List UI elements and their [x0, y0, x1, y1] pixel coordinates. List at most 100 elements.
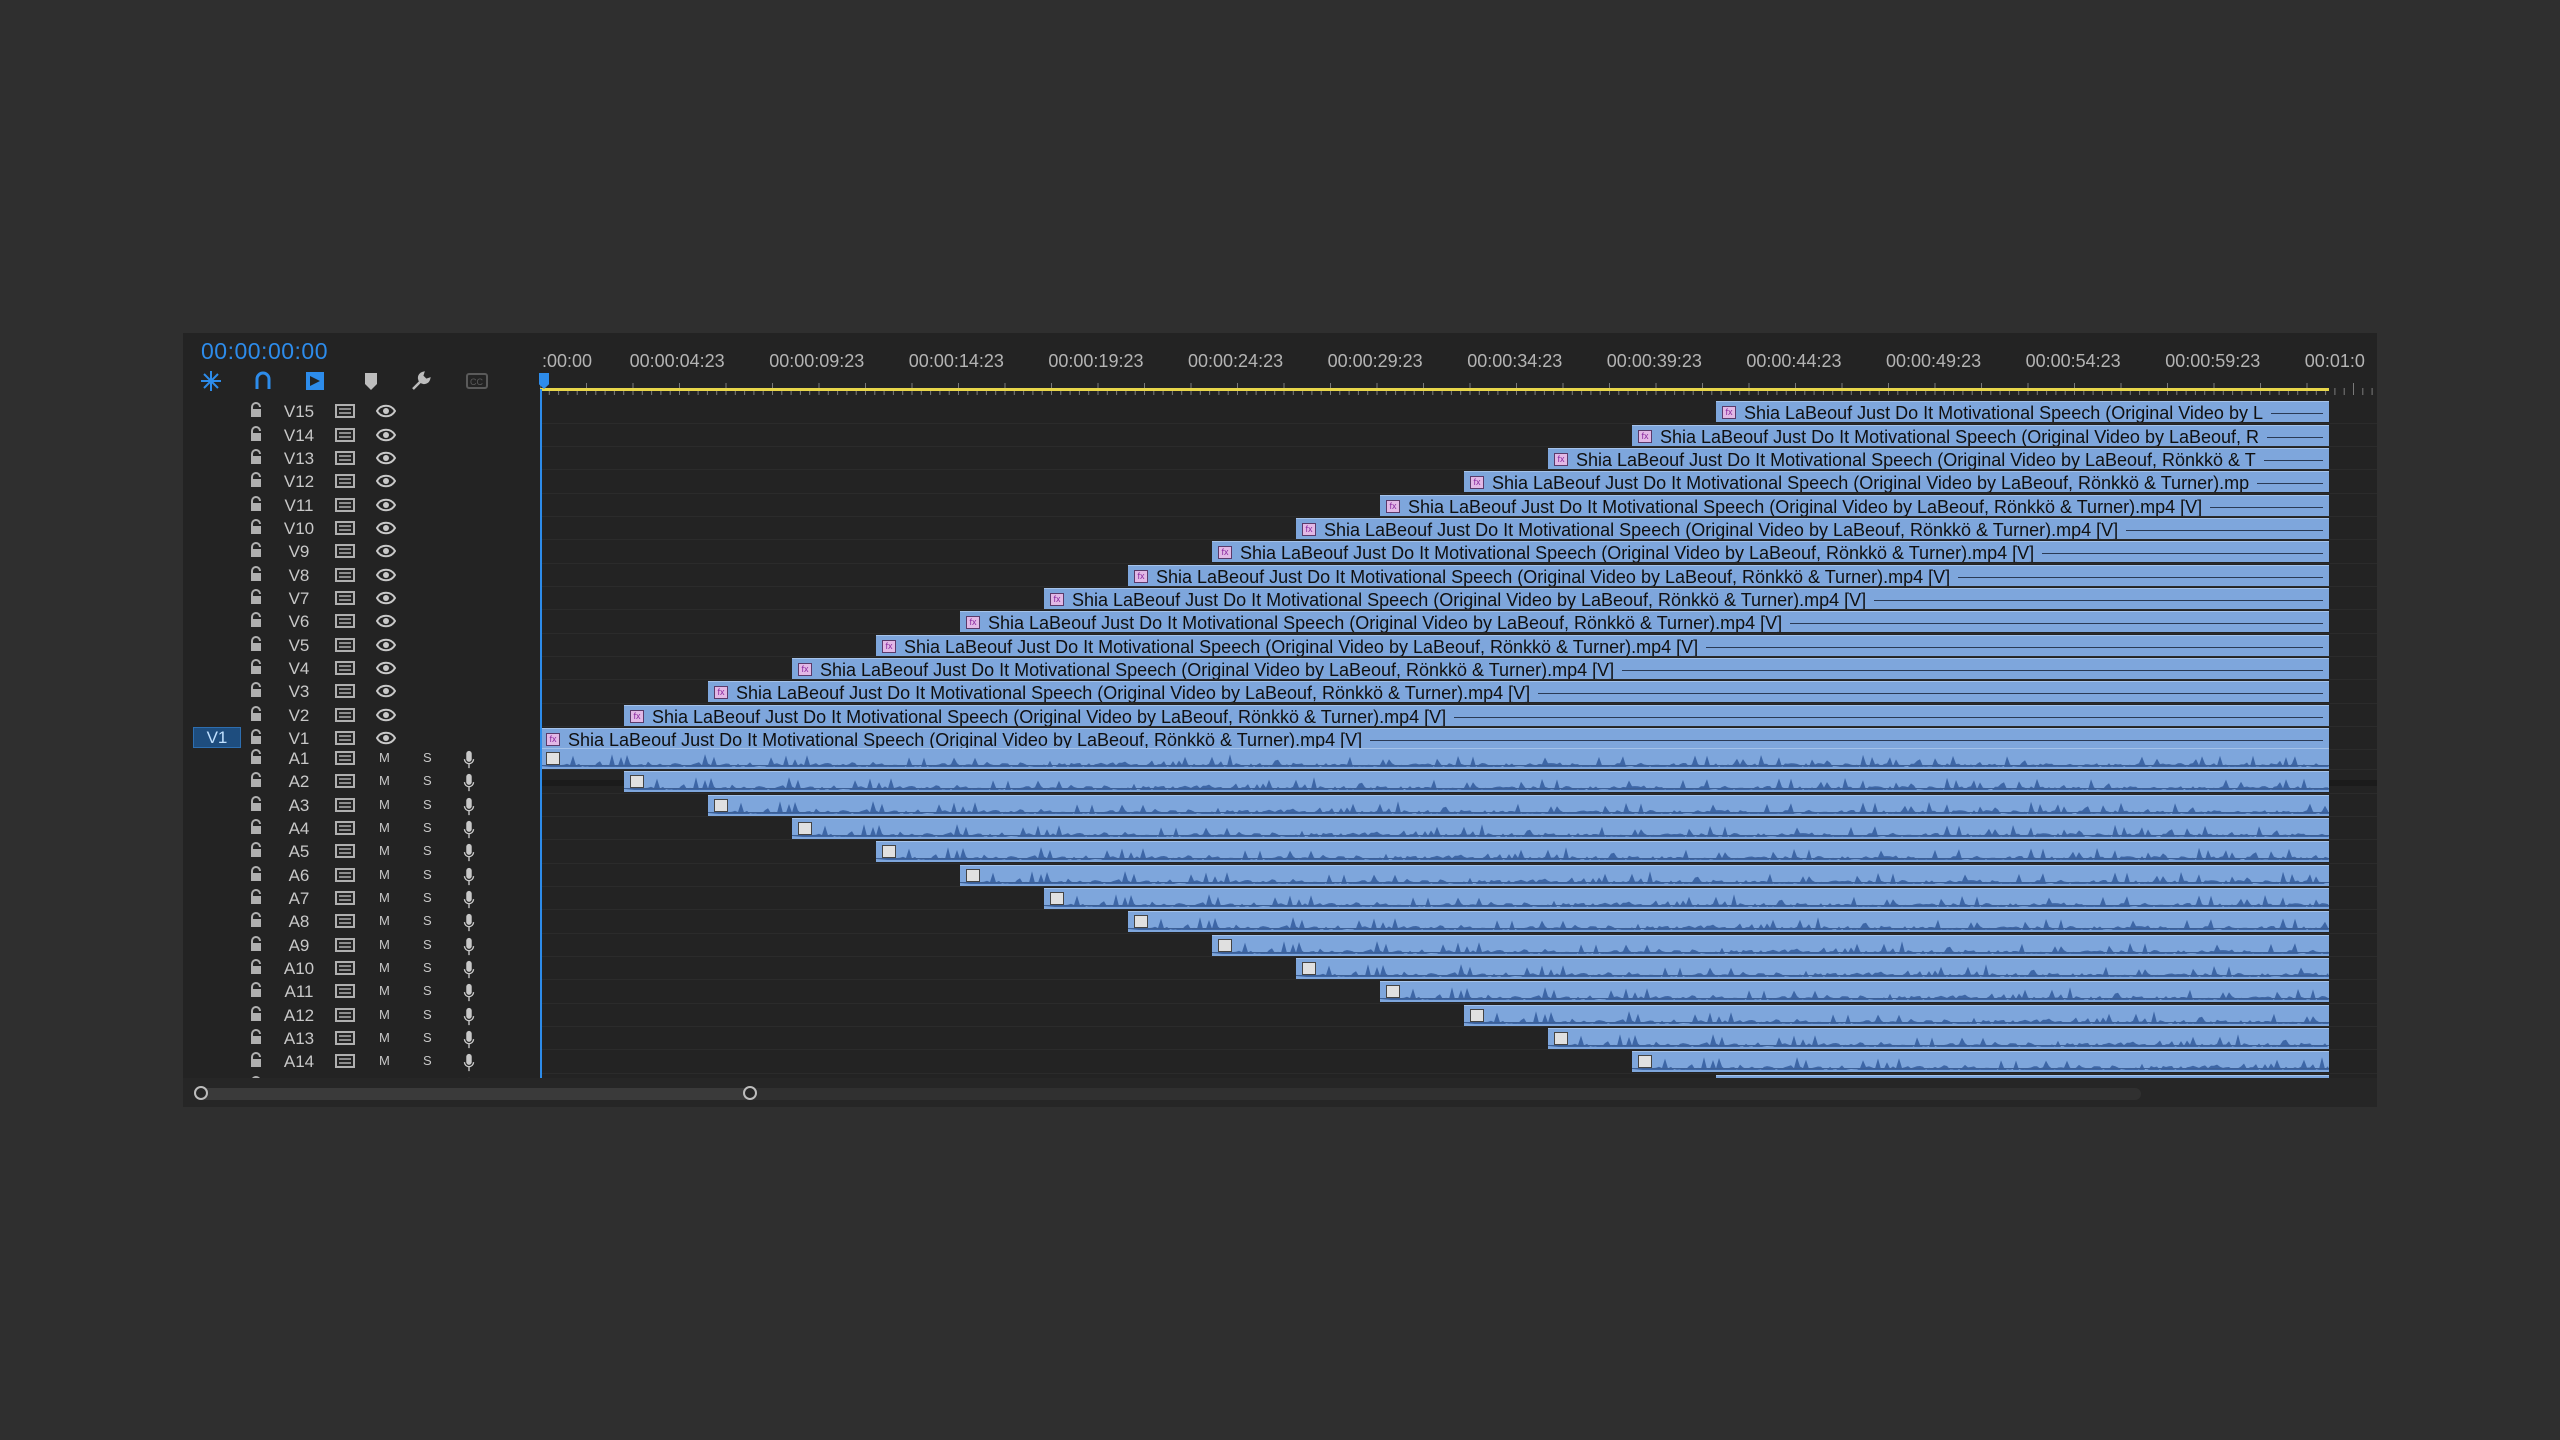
- solo-button[interactable]: S: [423, 797, 432, 812]
- solo-button[interactable]: S: [423, 1030, 432, 1045]
- sync-lock-icon[interactable]: [335, 1007, 355, 1023]
- audio-clip[interactable]: [1548, 1027, 2329, 1049]
- voice-over-record-icon[interactable]: [462, 797, 482, 815]
- lock-icon[interactable]: [249, 519, 263, 535]
- lock-icon[interactable]: [249, 1005, 263, 1022]
- mute-button[interactable]: M: [379, 773, 390, 788]
- lock-icon[interactable]: [249, 472, 263, 488]
- solo-button[interactable]: S: [423, 1053, 432, 1068]
- solo-button[interactable]: S: [423, 960, 432, 975]
- voice-over-record-icon[interactable]: [462, 773, 482, 792]
- source-patch-v1[interactable]: V1: [193, 727, 241, 748]
- sync-lock-icon[interactable]: [335, 543, 355, 559]
- sync-lock-icon[interactable]: [335, 913, 355, 929]
- lock-icon[interactable]: [249, 1028, 263, 1045]
- lock-icon[interactable]: [249, 495, 263, 512]
- sync-lock-icon[interactable]: [335, 730, 355, 746]
- voice-over-record-icon[interactable]: [462, 1030, 482, 1049]
- sync-lock-icon[interactable]: [335, 890, 355, 906]
- eye-icon[interactable]: [375, 403, 397, 419]
- mute-button[interactable]: M: [379, 890, 390, 905]
- solo-button[interactable]: S: [423, 867, 432, 882]
- lock-icon[interactable]: [249, 425, 263, 442]
- voice-over-record-icon[interactable]: [462, 960, 482, 979]
- sync-lock-icon[interactable]: [335, 937, 355, 953]
- lock-icon[interactable]: [249, 729, 263, 745]
- video-clip[interactable]: fx Shia LaBeouf Just Do It Motivational S…: [1632, 424, 2329, 446]
- lock-icon[interactable]: [249, 842, 263, 858]
- lock-icon[interactable]: [249, 402, 263, 418]
- audio-clip[interactable]: [1212, 934, 2329, 956]
- voice-over-record-icon[interactable]: [462, 750, 482, 769]
- audio-clip[interactable]: [708, 794, 2329, 816]
- lock-icon[interactable]: [249, 865, 263, 882]
- lock-icon[interactable]: [249, 819, 263, 835]
- sync-lock-icon[interactable]: [335, 867, 355, 883]
- sync-lock-icon[interactable]: [335, 1030, 355, 1046]
- eye-icon[interactable]: [375, 730, 397, 746]
- mute-button[interactable]: M: [379, 1053, 390, 1068]
- eye-icon[interactable]: [375, 567, 397, 583]
- voice-over-record-icon[interactable]: [462, 867, 482, 885]
- sync-lock-icon[interactable]: [335, 497, 355, 513]
- audio-clip[interactable]: [540, 748, 2329, 769]
- lock-icon[interactable]: [249, 612, 263, 628]
- sync-lock-icon[interactable]: [335, 520, 355, 536]
- mute-button[interactable]: M: [379, 937, 390, 952]
- sync-lock-icon[interactable]: [335, 960, 355, 976]
- audio-clip[interactable]: [876, 841, 2329, 863]
- voice-over-record-icon[interactable]: [462, 913, 482, 932]
- audio-clip[interactable]: [1128, 911, 2329, 933]
- eye-icon[interactable]: [375, 450, 397, 466]
- lock-icon[interactable]: [249, 682, 263, 698]
- video-clip[interactable]: fx Shia LaBeouf Just Do It Motivational S…: [1296, 518, 2329, 540]
- solo-button[interactable]: S: [423, 773, 432, 788]
- voice-over-record-icon[interactable]: [462, 820, 482, 839]
- lock-icon[interactable]: [249, 749, 263, 765]
- track-area[interactable]: fx Shia LaBeouf Just Do It Motivational S…: [540, 391, 2377, 1083]
- eye-icon[interactable]: [375, 543, 397, 559]
- video-clip[interactable]: fx Shia LaBeouf Just Do It Motivational S…: [1044, 588, 2329, 610]
- audio-clip[interactable]: [960, 864, 2329, 886]
- scroll-thumb[interactable]: [201, 1088, 749, 1100]
- video-clip[interactable]: fx Shia LaBeouf Just Do It Motivational S…: [1212, 541, 2329, 563]
- lock-icon[interactable]: [249, 705, 263, 722]
- sync-lock-icon[interactable]: [335, 820, 355, 836]
- video-clip[interactable]: fx Shia LaBeouf Just Do It Motivational S…: [1128, 564, 2329, 586]
- lock-icon[interactable]: [249, 635, 263, 652]
- video-clip[interactable]: fx Shia LaBeouf Just Do It Motivational S…: [960, 611, 2329, 633]
- video-clip[interactable]: fx Shia LaBeouf Just Do It Motivational S…: [876, 634, 2329, 656]
- audio-clip[interactable]: [1044, 887, 2329, 909]
- lock-icon[interactable]: [249, 795, 263, 812]
- audio-clip[interactable]: [1296, 957, 2329, 979]
- lock-icon[interactable]: [249, 542, 263, 558]
- solo-button[interactable]: S: [423, 1007, 432, 1022]
- sync-lock-icon[interactable]: [335, 403, 355, 419]
- video-clip[interactable]: fx Shia LaBeouf Just Do It Motivational S…: [1380, 494, 2329, 516]
- mute-button[interactable]: M: [379, 913, 390, 928]
- eye-icon[interactable]: [375, 707, 397, 723]
- voice-over-record-icon[interactable]: [462, 983, 482, 1002]
- sync-lock-icon[interactable]: [335, 683, 355, 699]
- video-clip[interactable]: fx Shia LaBeouf Just Do It Motivational S…: [1548, 448, 2329, 470]
- sync-lock-icon[interactable]: [335, 843, 355, 859]
- lock-icon[interactable]: [249, 565, 263, 582]
- audio-clip[interactable]: [1464, 1004, 2329, 1026]
- solo-button[interactable]: S: [423, 983, 432, 998]
- lock-icon[interactable]: [249, 935, 263, 952]
- mute-button[interactable]: M: [379, 983, 390, 998]
- solo-button[interactable]: S: [423, 913, 432, 928]
- sync-lock-icon[interactable]: [335, 473, 355, 489]
- video-clip[interactable]: fx Shia LaBeouf Just Do It Motivational S…: [708, 681, 2329, 703]
- horizontal-scrollbar[interactable]: [183, 1078, 2377, 1107]
- eye-icon[interactable]: [375, 590, 397, 606]
- video-clip[interactable]: fx Shia LaBeouf Just Do It Motivational S…: [1464, 471, 2329, 493]
- eye-icon[interactable]: [375, 637, 397, 653]
- eye-icon[interactable]: [375, 683, 397, 699]
- scroll-end-handle[interactable]: [743, 1086, 757, 1100]
- voice-over-record-icon[interactable]: [462, 1007, 482, 1025]
- lock-icon[interactable]: [249, 772, 263, 788]
- sync-lock-icon[interactable]: [335, 983, 355, 999]
- mute-button[interactable]: M: [379, 750, 390, 765]
- lock-icon[interactable]: [249, 888, 263, 905]
